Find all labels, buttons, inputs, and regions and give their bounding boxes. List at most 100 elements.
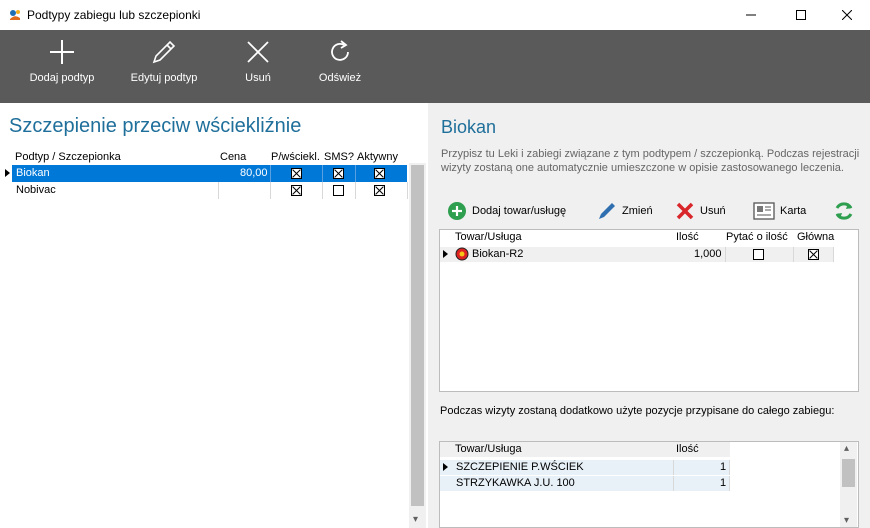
minimize-button[interactable]: [728, 0, 774, 30]
grid-header: Towar/Usługa Ilość: [440, 442, 730, 457]
scroll-down-icon[interactable]: ▾: [413, 514, 418, 525]
main-toolbar: Dodaj podtyp Edytuj podtyp Usuń Odśwież: [0, 30, 870, 103]
refresh-button[interactable]: Odśwież: [310, 30, 370, 103]
column-header-main[interactable]: Główna: [797, 231, 834, 243]
rabies-checkbox[interactable]: [291, 185, 302, 196]
delete-product-label: Usuń: [700, 205, 726, 217]
sms-checkbox[interactable]: [333, 168, 344, 179]
product-name: Biokan-R2: [472, 248, 524, 260]
scrollbar-thumb[interactable]: [842, 459, 855, 487]
column-divider: [355, 182, 356, 199]
table-row[interactable]: Biokan 80,00: [2, 165, 409, 182]
table-row[interactable]: STRZYKAWKA J.U. 100 1: [440, 476, 730, 491]
column-divider: [725, 247, 726, 262]
maximize-button[interactable]: [778, 0, 824, 30]
column-divider: [793, 247, 794, 262]
treatment-title: Szczepienie przeciw wściekliźnie: [9, 115, 302, 137]
edit-product-button[interactable]: Zmień: [597, 200, 653, 222]
column-header-qty[interactable]: Ilość: [676, 443, 699, 455]
add-product-label: Dodaj towar/usługę: [472, 205, 567, 217]
visit-items-note: Podczas wizyty zostaną dodatkowo użyte p…: [440, 405, 835, 417]
edit-product-label: Zmień: [622, 205, 653, 217]
column-header-qty[interactable]: Ilość: [676, 231, 699, 243]
active-checkbox[interactable]: [374, 185, 385, 196]
item-qty: 1: [720, 461, 727, 473]
pencil-icon: [599, 203, 615, 219]
product-qty: 1,000: [694, 248, 722, 260]
procedure-items-grid: Towar/Usługa Ilość SZCZEPIENIE P.WŚCIEK …: [439, 441, 859, 528]
column-divider: [407, 182, 408, 199]
rabies-checkbox[interactable]: [291, 168, 302, 179]
subtype-description: Przypisz tu Leki i zabiegi związane z ty…: [441, 148, 860, 174]
column-divider: [833, 247, 834, 262]
column-divider: [270, 165, 271, 182]
plus-icon: [50, 40, 74, 64]
column-header-ask-qty[interactable]: Pytać o ilość: [726, 231, 788, 243]
table-row[interactable]: Biokan-R2 1,000: [440, 247, 834, 262]
column-divider: [322, 165, 323, 182]
refresh-label: Odśwież: [318, 72, 362, 84]
grid-header: Towar/Usługa Ilość Pytać o ilość Główna: [440, 230, 834, 245]
card-button[interactable]: Karta: [753, 200, 806, 222]
minimize-icon: [746, 14, 756, 16]
edit-subtype-label: Edytuj podtyp: [130, 72, 198, 84]
delete-subtype-button[interactable]: Usuń: [228, 30, 288, 103]
vertical-scrollbar[interactable]: ▴ ▾: [840, 442, 857, 527]
add-subtype-label: Dodaj podtyp: [29, 72, 95, 84]
subtype-name: Biokan: [16, 167, 50, 179]
column-divider: [673, 460, 674, 475]
pencil-icon: [152, 40, 176, 64]
add-product-button[interactable]: Dodaj towar/usługę: [447, 200, 566, 222]
column-header-name[interactable]: Podtyp / Szczepionka: [15, 151, 121, 163]
subtype-title: Biokan: [441, 117, 497, 137]
scrollbar-thumb[interactable]: [411, 165, 424, 506]
column-divider: [270, 182, 271, 199]
table-row[interactable]: Nobivac: [2, 182, 409, 199]
close-icon: [842, 10, 852, 20]
card-label: Karta: [780, 205, 807, 217]
column-header-product[interactable]: Towar/Usługa: [455, 231, 522, 243]
close-button[interactable]: [824, 0, 870, 30]
column-divider: [729, 460, 730, 475]
item-name: SZCZEPIENIE P.WŚCIEK: [456, 461, 584, 473]
refresh-icon: [835, 202, 853, 220]
products-grid: Towar/Usługa Ilość Pytać o ilość Główna …: [439, 229, 859, 392]
app-logo-icon: [10, 10, 20, 20]
refresh-icon: [331, 40, 349, 61]
item-name: STRZYKAWKA J.U. 100: [456, 477, 575, 489]
scroll-up-icon[interactable]: ▴: [844, 443, 849, 454]
column-header-sms[interactable]: SMS?: [324, 151, 354, 163]
vertical-scrollbar[interactable]: ▾: [409, 163, 426, 528]
ask-qty-checkbox[interactable]: [753, 249, 764, 260]
column-divider: [218, 182, 219, 199]
x-icon: [247, 41, 269, 63]
maximize-icon: [796, 10, 806, 20]
subtype-name: Nobivac: [16, 184, 56, 196]
column-header-price[interactable]: Cena: [220, 151, 246, 163]
add-circle-icon: [448, 202, 466, 220]
delete-subtype-label: Usuń: [245, 72, 271, 84]
refresh-products-button[interactable]: [833, 200, 860, 222]
column-header-product[interactable]: Towar/Usługa: [455, 443, 522, 455]
delete-x-icon: [676, 202, 694, 220]
table-row[interactable]: SZCZEPIENIE P.WŚCIEK 1: [440, 460, 730, 475]
column-header-rabies[interactable]: P/wściekl.: [271, 151, 320, 163]
row-indicator-icon: [443, 250, 448, 258]
column-divider: [322, 182, 323, 199]
window-title: Podtypy zabiegu lub szczepionki: [27, 8, 201, 22]
subtype-price: 80,00: [240, 167, 268, 179]
delete-product-button[interactable]: Usuń: [675, 200, 726, 222]
scroll-down-icon[interactable]: ▾: [844, 515, 849, 526]
active-checkbox[interactable]: [374, 168, 385, 179]
edit-subtype-button[interactable]: Edytuj podtyp: [124, 30, 204, 103]
column-header-active[interactable]: Aktywny: [357, 151, 398, 163]
grid-header: Podtyp / Szczepionka Cena P/wściekl. SMS…: [2, 150, 409, 165]
row-indicator-icon: [5, 169, 10, 177]
column-divider: [355, 165, 356, 182]
main-checkbox[interactable]: [808, 249, 819, 260]
subtypes-panel: Szczepienie przeciw wściekliźnie Podtyp …: [0, 103, 428, 528]
sms-checkbox[interactable]: [333, 185, 344, 196]
add-subtype-button[interactable]: Dodaj podtyp: [22, 30, 102, 103]
selection-highlight: [12, 165, 407, 182]
row-indicator-icon: [443, 463, 448, 471]
